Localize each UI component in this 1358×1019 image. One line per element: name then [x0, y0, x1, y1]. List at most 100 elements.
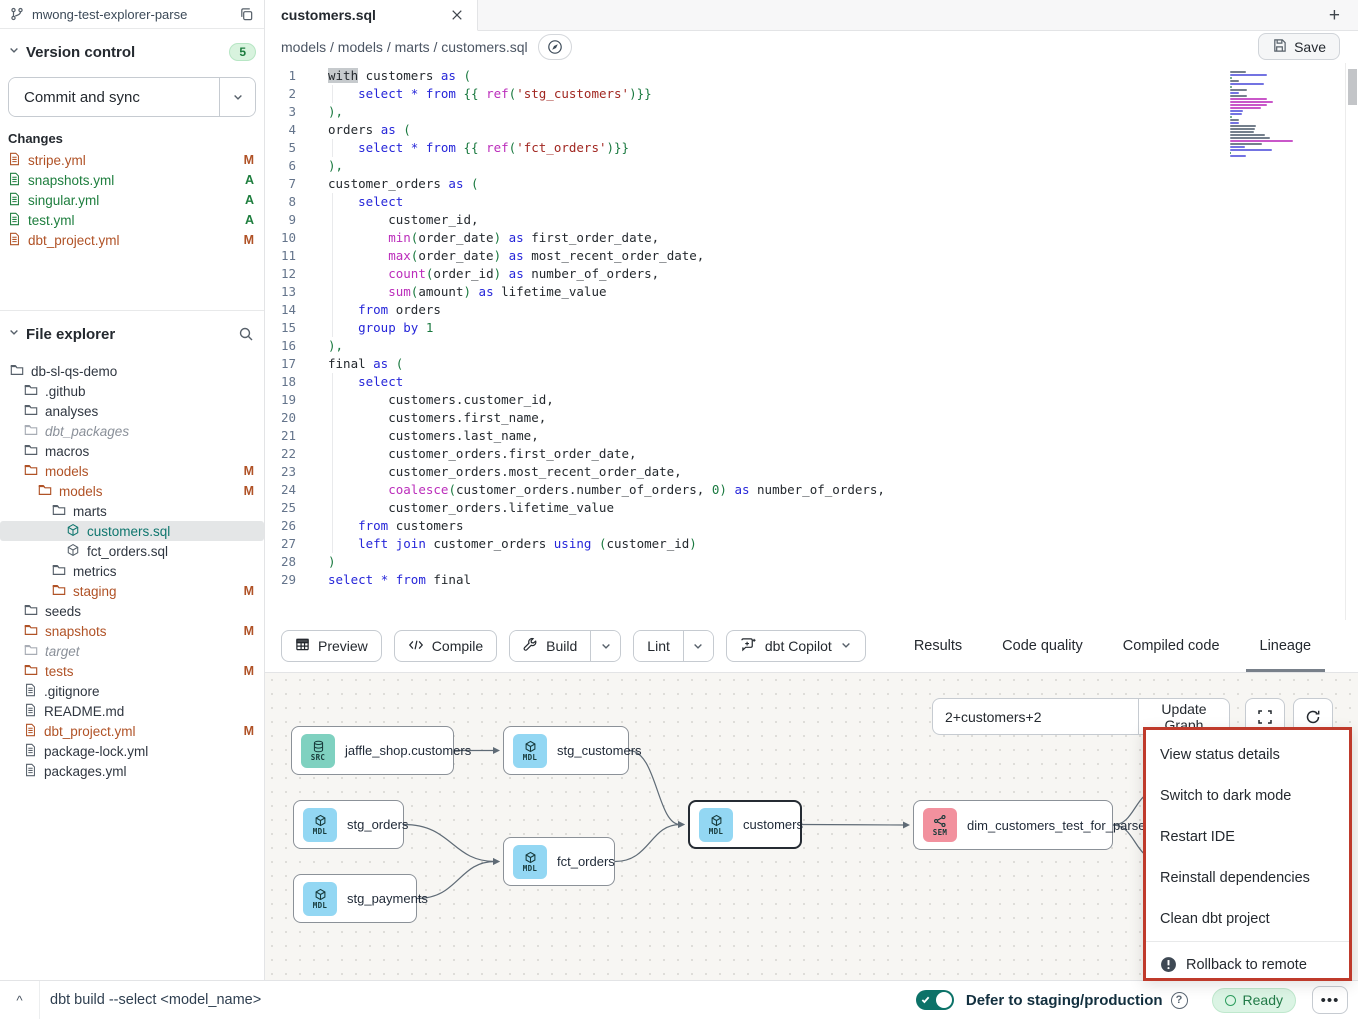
tree-item-dbt_packages[interactable]: dbt_packages: [0, 421, 264, 441]
lint-options-caret[interactable]: [683, 631, 713, 661]
code-line[interactable]: 17final as (: [265, 355, 885, 373]
code-line[interactable]: 2 select * from {{ ref('stg_customers')}…: [265, 85, 885, 103]
tree-item-packages.yml[interactable]: packages.yml: [0, 761, 264, 781]
lineage-node-stg_payments[interactable]: MDLstg_payments: [293, 874, 417, 923]
tree-item-models[interactable]: modelsM: [0, 481, 264, 501]
tree-item-package-lock.yml[interactable]: package-lock.yml: [0, 741, 264, 761]
tree-item-tests[interactable]: testsM: [0, 661, 264, 681]
lineage-node-jaffle_shop.customers[interactable]: SRCjaffle_shop.customers: [291, 726, 454, 775]
menu-item-view-status-details[interactable]: View status details: [1146, 734, 1349, 775]
tree-item-customers.sql[interactable]: customers.sql: [0, 521, 264, 541]
lineage-selector-input[interactable]: [933, 709, 1138, 725]
tab-lineage[interactable]: Lineage: [1258, 620, 1314, 672]
tree-item-.gitignore[interactable]: .gitignore: [0, 681, 264, 701]
code-line[interactable]: 28): [265, 553, 885, 571]
code-line[interactable]: 11 max(order_date) as most_recent_order_…: [265, 247, 885, 265]
code-line[interactable]: 24 coalesce(customer_orders.number_of_or…: [265, 481, 885, 499]
tree-item-models[interactable]: modelsM: [0, 461, 264, 481]
menu-item-clean-dbt-project[interactable]: Clean dbt project: [1146, 898, 1349, 939]
lint-button[interactable]: Lint: [634, 631, 683, 661]
close-icon[interactable]: [449, 7, 465, 23]
code-line[interactable]: 6),: [265, 157, 885, 175]
command-input[interactable]: [50, 992, 916, 1008]
lineage-node-fct_orders[interactable]: MDLfct_orders: [503, 837, 615, 886]
save-button[interactable]: Save: [1258, 33, 1340, 60]
code-line[interactable]: 22 customer_orders.first_order_date,: [265, 445, 885, 463]
commit-options-caret[interactable]: [219, 78, 255, 116]
lineage-node-stg_customers[interactable]: MDLstg_customers: [503, 726, 629, 775]
code-line[interactable]: 21 customers.last_name,: [265, 427, 885, 445]
code-line[interactable]: 20 customers.first_name,: [265, 409, 885, 427]
lineage-node-stg_orders[interactable]: MDLstg_orders: [293, 800, 404, 849]
tab-code-quality[interactable]: Code quality: [1000, 620, 1085, 672]
change-item-dbt_project.yml[interactable]: dbt_project.ymlM: [0, 230, 264, 250]
tree-item-snapshots[interactable]: snapshotsM: [0, 621, 264, 641]
tree-item-seeds[interactable]: seeds: [0, 601, 264, 621]
tree-item-staging[interactable]: stagingM: [0, 581, 264, 601]
code-line[interactable]: 25 customer_orders.lifetime_value: [265, 499, 885, 517]
code-editor[interactable]: 1with customers as (2 select * from {{ r…: [265, 63, 1358, 620]
code-line[interactable]: 4orders as (: [265, 121, 885, 139]
lineage-node-dim_customers_test_for_parse[interactable]: SEMdim_customers_test_for_parse: [913, 800, 1113, 850]
lineage-node-customers[interactable]: MDLcustomers: [688, 800, 802, 849]
tree-item-target[interactable]: target: [0, 641, 264, 661]
dbt-copilot-button[interactable]: dbt Copilot: [726, 630, 866, 662]
compile-button[interactable]: Compile: [394, 630, 497, 662]
code-line[interactable]: 18 select: [265, 373, 885, 391]
tab-compiled-code[interactable]: Compiled code: [1121, 620, 1222, 672]
new-tab-button[interactable]: +: [1329, 6, 1340, 25]
search-icon[interactable]: [236, 324, 256, 344]
tree-item-label: packages.yml: [44, 764, 254, 779]
help-icon[interactable]: ?: [1171, 992, 1188, 1009]
tree-item-metrics[interactable]: metrics: [0, 561, 264, 581]
code-line[interactable]: 7customer_orders as (: [265, 175, 885, 193]
tree-item-fct_orders.sql[interactable]: fct_orders.sql: [0, 541, 264, 561]
change-item-stripe.yml[interactable]: stripe.ymlM: [0, 150, 264, 170]
code-line[interactable]: 10 min(order_date) as first_order_date,: [265, 229, 885, 247]
tree-item-README.md[interactable]: README.md: [0, 701, 264, 721]
code-line[interactable]: 29select * from final: [265, 571, 885, 589]
expand-console-button[interactable]: ^: [0, 981, 40, 1019]
minimap[interactable]: [1230, 71, 1298, 158]
tree-item-db-sl-qs-demo[interactable]: db-sl-qs-demo: [0, 361, 264, 381]
code-line[interactable]: 23 customer_orders.most_recent_order_dat…: [265, 463, 885, 481]
editor-scrollbar-thumb[interactable]: [1348, 69, 1357, 105]
code-line[interactable]: 8 select: [265, 193, 885, 211]
menu-item-restart-ide[interactable]: Restart IDE: [1146, 816, 1349, 857]
code-line[interactable]: 19 customers.customer_id,: [265, 391, 885, 409]
tree-item-dbt_project.yml[interactable]: dbt_project.ymlM: [0, 721, 264, 741]
tab-results[interactable]: Results: [912, 620, 964, 672]
code-line[interactable]: 27 left join customer_orders using (cust…: [265, 535, 885, 553]
copy-branch-icon[interactable]: [237, 5, 256, 24]
change-item-snapshots.yml[interactable]: snapshots.ymlA: [0, 170, 264, 190]
tree-item-.github[interactable]: .github: [0, 381, 264, 401]
menu-item-rollback-to-remote[interactable]: Rollback to remote: [1146, 944, 1349, 985]
explorer-compass-icon[interactable]: [538, 34, 572, 60]
version-control-header[interactable]: Version control 5: [0, 35, 264, 69]
code-line[interactable]: 5 select * from {{ ref('fct_orders')}}: [265, 139, 885, 157]
change-item-test.yml[interactable]: test.ymlA: [0, 210, 264, 230]
defer-toggle[interactable]: [916, 990, 954, 1010]
code-line[interactable]: 1with customers as (: [265, 67, 885, 85]
build-options-caret[interactable]: [590, 631, 620, 661]
tree-item-analyses[interactable]: analyses: [0, 401, 264, 421]
code-line[interactable]: 9 customer_id,: [265, 211, 885, 229]
more-options-button[interactable]: •••: [1312, 986, 1348, 1014]
tab-customers-sql[interactable]: customers.sql: [265, 0, 478, 31]
tree-item-macros[interactable]: macros: [0, 441, 264, 461]
tree-item-marts[interactable]: marts: [0, 501, 264, 521]
code-line[interactable]: 13 sum(amount) as lifetime_value: [265, 283, 885, 301]
commit-and-sync-button[interactable]: Commit and sync: [9, 78, 219, 116]
menu-item-switch-to-dark-mode[interactable]: Switch to dark mode: [1146, 775, 1349, 816]
build-button[interactable]: Build: [510, 631, 590, 661]
code-line[interactable]: 26 from customers: [265, 517, 885, 535]
preview-button[interactable]: Preview: [281, 630, 382, 662]
menu-item-reinstall-dependencies[interactable]: Reinstall dependencies: [1146, 857, 1349, 898]
file-explorer-header[interactable]: File explorer: [0, 317, 264, 351]
code-line[interactable]: 14 from orders: [265, 301, 885, 319]
code-line[interactable]: 15 group by 1: [265, 319, 885, 337]
change-item-singular.yml[interactable]: singular.ymlA: [0, 190, 264, 210]
code-line[interactable]: 12 count(order_id) as number_of_orders,: [265, 265, 885, 283]
code-line[interactable]: 3),: [265, 103, 885, 121]
code-line[interactable]: 16),: [265, 337, 885, 355]
